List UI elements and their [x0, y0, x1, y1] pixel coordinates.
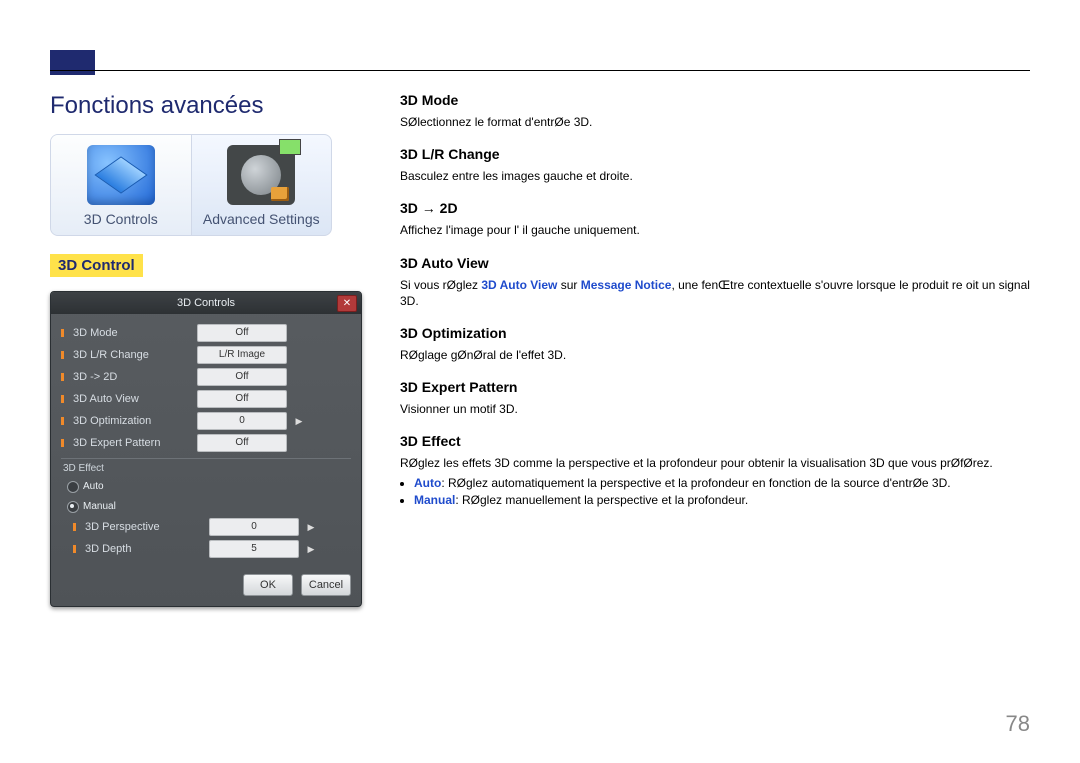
bullet-list: Auto: RØglez automatiquement la perspect…: [414, 476, 1030, 507]
subheading: 3D Auto View: [400, 255, 1030, 271]
subheading: 3D Mode: [400, 92, 1030, 108]
paragraph: Basculez entre les images gauche et droi…: [400, 168, 1030, 184]
setting-row: 3D -> 2D Off: [61, 366, 351, 388]
group-label-3d-effect: 3D Effect: [61, 461, 351, 476]
setting-row: 3D Expert Pattern Off: [61, 432, 351, 454]
radio-icon: [67, 501, 79, 513]
right-column: 3D Mode SØlectionnez le format d'entrØe …: [400, 92, 1030, 607]
subheading: 3D → 2D: [400, 200, 1030, 216]
dialog-titlebar: 3D Controls ✕: [51, 292, 361, 314]
radio-label: Manual: [83, 501, 116, 512]
chevron-right-icon[interactable]: ▶: [305, 541, 317, 557]
cancel-button[interactable]: Cancel: [301, 574, 351, 596]
text: : RØglez manuellement la perspective et …: [455, 493, 748, 507]
menu-tile-3d-controls[interactable]: 3D Controls: [51, 135, 192, 235]
paragraph: Visionner un motif 3D.: [400, 401, 1030, 417]
dialog-title: 3D Controls: [177, 297, 235, 309]
dialog-footer: OK Cancel: [51, 566, 361, 606]
setting-row: 3D Auto View Off: [61, 388, 351, 410]
inline-key: Auto: [414, 476, 441, 490]
setting-value[interactable]: Off: [197, 368, 287, 386]
setting-value[interactable]: Off: [197, 390, 287, 408]
setting-row: 3D Mode Off: [61, 322, 351, 344]
setting-label: 3D Mode: [73, 327, 191, 339]
setting-label: 3D Perspective: [85, 521, 203, 533]
header-divider: [50, 70, 1030, 71]
paragraph: SØlectionnez le format d'entrØe 3D.: [400, 114, 1030, 130]
radio-manual[interactable]: Manual: [61, 496, 351, 516]
list-item: Auto: RØglez automatiquement la perspect…: [414, 476, 1030, 490]
setting-label: 3D Depth: [85, 543, 203, 555]
subheading: 3D Optimization: [400, 325, 1030, 341]
paragraph: RØglage gØnØral de l'effet 3D.: [400, 347, 1030, 363]
header-accent-bar: [50, 50, 95, 75]
inline-key: Message Notice: [581, 278, 672, 292]
gear-icon: [227, 145, 295, 205]
page-number: 78: [1006, 711, 1030, 737]
subheading: 3D L/R Change: [400, 146, 1030, 162]
paragraph: Si vous rØglez 3D Auto View sur Message …: [400, 277, 1030, 309]
text: sur: [557, 278, 580, 292]
setting-value[interactable]: Off: [197, 324, 287, 342]
page-title: Fonctions avancées: [50, 92, 370, 120]
menu-tile-advanced-settings[interactable]: Advanced Settings: [192, 135, 332, 235]
chevron-right-icon[interactable]: ▶: [293, 413, 305, 429]
close-icon[interactable]: ✕: [337, 295, 357, 312]
setting-label: 3D -> 2D: [73, 371, 191, 383]
paragraph: Affichez l'image pour l' il gauche uniqu…: [400, 222, 1030, 238]
cube-3d-icon: [87, 145, 155, 205]
left-column: Fonctions avancées 3D Controls Advanced …: [50, 92, 370, 607]
radio-icon: [67, 481, 79, 493]
text: : RØglez automatiquement la perspective …: [441, 476, 950, 490]
ok-button[interactable]: OK: [243, 574, 293, 596]
setting-label: 3D Auto View: [73, 393, 191, 405]
setting-label: 3D L/R Change: [73, 349, 191, 361]
chevron-right-icon[interactable]: ▶: [305, 519, 317, 535]
setting-row: 3D L/R Change L/R Image: [61, 344, 351, 366]
setting-label: 3D Expert Pattern: [73, 437, 191, 449]
content-area: Fonctions avancées 3D Controls Advanced …: [50, 92, 1030, 607]
setting-value[interactable]: 0: [209, 518, 299, 536]
inline-key: 3D Auto View: [481, 278, 557, 292]
setting-value[interactable]: 5: [209, 540, 299, 558]
menu-card: 3D Controls Advanced Settings: [50, 134, 332, 236]
thumbnail-icon: [279, 139, 301, 155]
menu-tile-label: 3D Controls: [51, 211, 191, 227]
dialog-body: 3D Mode Off 3D L/R Change L/R Image 3D -> …: [51, 314, 361, 566]
menu-tile-label: Advanced Settings: [192, 211, 332, 227]
setting-value[interactable]: 0: [197, 412, 287, 430]
text: Si vous rØglez: [400, 278, 481, 292]
radio-auto[interactable]: Auto: [61, 476, 351, 496]
setting-row: 3D Perspective 0 ▶: [61, 516, 351, 538]
subheading: 3D Expert Pattern: [400, 379, 1030, 395]
list-item: Manual: RØglez manuellement la perspecti…: [414, 493, 1030, 507]
subheading: 3D Effect: [400, 433, 1030, 449]
section-heading: 3D Control: [50, 254, 143, 277]
setting-value[interactable]: L/R Image: [197, 346, 287, 364]
dialog-3d-controls: 3D Controls ✕ 3D Mode Off 3D L/R Change L/…: [50, 291, 362, 607]
paragraph: RØglez les effets 3D comme la perspectiv…: [400, 455, 1030, 471]
setting-value[interactable]: Off: [197, 434, 287, 452]
radio-label: Auto: [83, 481, 104, 492]
setting-row: 3D Optimization 0 ▶: [61, 410, 351, 432]
setting-row: 3D Depth 5 ▶: [61, 538, 351, 560]
setting-label: 3D Optimization: [73, 415, 191, 427]
inline-key: Manual: [414, 493, 455, 507]
